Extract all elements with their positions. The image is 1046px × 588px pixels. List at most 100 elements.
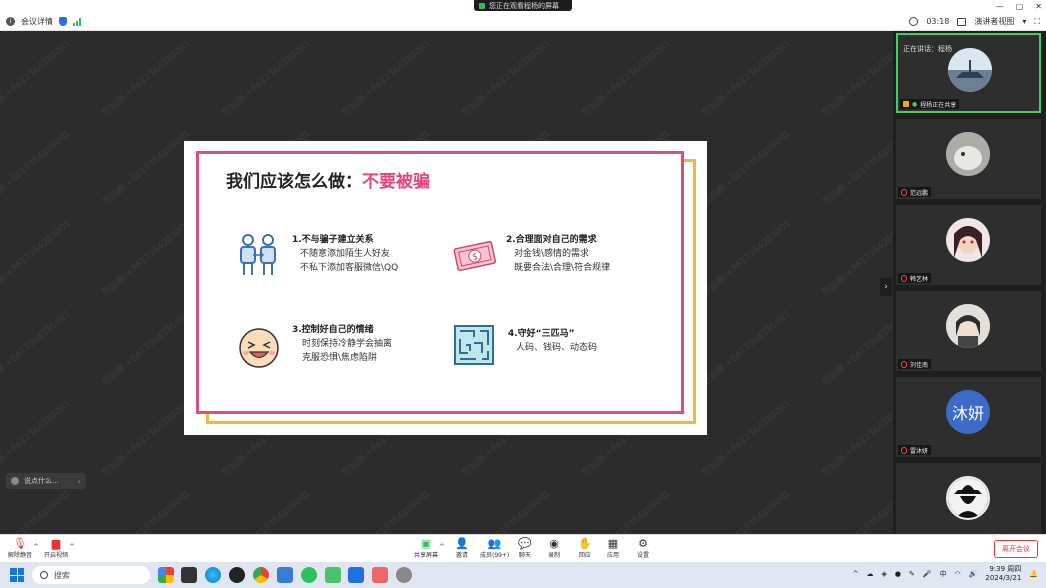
avatar: [946, 132, 990, 176]
chevron-up-icon[interactable]: ^: [69, 543, 75, 551]
notification-bell-icon[interactable]: 🔔: [1029, 570, 1038, 578]
watermark-text: 范远鹏 +8617364285001: [220, 38, 313, 119]
taskbar-clock[interactable]: 9:39 周四 2024/3/21: [985, 565, 1021, 583]
view-icon[interactable]: [957, 17, 967, 26]
mic-icon[interactable]: 🎤: [923, 570, 932, 578]
store-app-icon[interactable]: [277, 567, 293, 583]
point-4-line-1: 人码、钱码、动态码: [516, 343, 598, 353]
view-mode-dropdown[interactable]: 演讲者视图: [974, 16, 1014, 27]
reaction-icon: ✋: [578, 537, 592, 550]
system-tray: ^ ☁ ◈ ● ✎ 🎤 中 ◠ 🔊 9:39 周四 2024/3/21 🔔: [853, 565, 1038, 583]
participant-panel: 正在讲话：程杨 ● 程杨正在共享 范远鹏 韩艺林 刘佳南 沐妍 雷沐妍: [893, 31, 1046, 543]
start-video-button[interactable]: ▆ 开启视频: [44, 537, 68, 559]
tool-app-icon[interactable]: [372, 567, 388, 583]
mic-off-icon: [901, 360, 907, 368]
volume-icon[interactable]: 🔊: [969, 570, 978, 578]
point-1-line-2: 不私下添加客服微信\QQ: [300, 263, 399, 273]
chevron-left-icon[interactable]: ‹: [78, 477, 81, 486]
pen-icon[interactable]: ✎: [909, 570, 915, 578]
chat-input-pill[interactable]: 说点什么... ‹: [6, 473, 86, 489]
info-icon[interactable]: i: [6, 17, 15, 26]
settings-button[interactable]: ⚙ 设置: [637, 537, 649, 559]
wifi-icon[interactable]: ◠: [955, 570, 961, 578]
screen-capture-icon[interactable]: [325, 567, 341, 583]
shield-icon[interactable]: [59, 17, 67, 26]
speaking-label: 正在讲话：程杨: [903, 45, 952, 53]
laughing-face-icon: [239, 328, 279, 368]
windows-start-icon[interactable]: [10, 568, 24, 582]
shield-icon[interactable]: ◈: [881, 570, 886, 578]
participant-tile-active[interactable]: 正在讲话：程杨 ● 程杨正在共享: [896, 33, 1041, 113]
settings-app-icon[interactable]: [396, 567, 412, 583]
mic-off-icon: [901, 188, 907, 196]
host-icon: [903, 101, 909, 107]
chevron-up-icon[interactable]: ^: [33, 543, 39, 551]
browser-app-icon[interactable]: [158, 567, 174, 583]
apps-button[interactable]: ▦ 应用: [607, 537, 619, 559]
money-icon: $: [453, 240, 497, 272]
taskbar-search[interactable]: 搜索: [32, 566, 150, 584]
camera-off-icon: ▆: [51, 537, 61, 550]
collapse-panel-button[interactable]: ›: [880, 278, 892, 296]
meeting-app-icon[interactable]: [348, 567, 364, 583]
gear-icon: ⚙: [638, 537, 648, 550]
window-controls: — ▢ ✕: [996, 0, 1042, 13]
participant-name: 刘佳南: [898, 359, 932, 369]
watermark-text: 范远鹏 +8617364285001: [700, 38, 793, 119]
chat-placeholder: 说点什么...: [24, 477, 59, 485]
minimize-icon[interactable]: —: [996, 2, 1004, 11]
unmute-button[interactable]: 🎙 解除静音: [8, 537, 32, 559]
avatar: [946, 476, 990, 520]
signal-icon[interactable]: [73, 17, 81, 26]
restore-icon[interactable]: ▢: [1016, 2, 1024, 11]
dell-app-icon[interactable]: [229, 567, 245, 583]
ime-indicator[interactable]: 中: [940, 569, 947, 579]
point-3-line-1: 时刻保持冷静学会抽离: [302, 339, 393, 349]
watermark-text: 范远鹏 +8617364285001: [0, 308, 73, 389]
share-screen-button[interactable]: ▣ 共享屏幕: [414, 537, 438, 559]
chrome-icon[interactable]: [253, 567, 269, 583]
participant-tile[interactable]: 刘佳南: [896, 291, 1041, 371]
participant-tile[interactable]: 范远鹏: [896, 119, 1041, 199]
participant-tile[interactable]: [896, 463, 1041, 543]
point-4-heading: 4.守好“三匹马”: [508, 329, 575, 339]
wechat-icon[interactable]: [301, 567, 317, 583]
chevron-up-icon[interactable]: ^: [853, 570, 859, 578]
share-screen-icon: ▣: [420, 537, 432, 550]
avatar: [948, 48, 992, 92]
chat-avatar-icon: [11, 477, 19, 485]
slide-title-main: 我们应该怎么做：: [226, 172, 362, 192]
leave-meeting-button[interactable]: 离开会议: [994, 540, 1038, 558]
fullscreen-icon[interactable]: ⛶: [1034, 17, 1040, 27]
point-3: 3.控制好自己的情绪 时刻保持冷静学会抽离 克服恐惧\焦虑陷阱: [292, 323, 392, 365]
close-icon[interactable]: ✕: [1035, 2, 1042, 11]
edge-browser-icon[interactable]: [205, 567, 221, 583]
share-indicator-icon: [479, 2, 485, 9]
avatar: 沐妍: [946, 390, 990, 434]
point-2: 2.合理面对自己的需求 对金钱\感情的需求 既要合法\合理\符合规律: [506, 233, 610, 275]
watermark-text: 范远鹏 +8617364285001: [100, 38, 193, 119]
participant-tile[interactable]: 沐妍 雷沐妍: [896, 377, 1041, 457]
chevron-down-icon[interactable]: ▾: [1022, 17, 1026, 26]
avatar: [946, 218, 990, 262]
slide-title-highlight: 不要被骗: [362, 172, 430, 192]
chat-button[interactable]: 💬 聊天: [518, 537, 532, 559]
invite-button[interactable]: 👤 邀请: [455, 537, 469, 559]
cloud-icon[interactable]: ☁: [866, 570, 873, 578]
file-explorer-icon[interactable]: [181, 567, 197, 583]
reactions-button[interactable]: ✋ 回应: [578, 537, 592, 559]
chevron-up-icon[interactable]: ^: [439, 543, 445, 551]
mic-on-icon: ●: [912, 100, 918, 108]
point-3-heading: 3.控制好自己的情绪: [292, 325, 374, 335]
meeting-info-link[interactable]: 会议详情: [21, 16, 53, 27]
app-tray-icon[interactable]: ●: [895, 570, 901, 578]
watermark-text: 范远鹏 +8617364285001: [700, 308, 793, 389]
watermark-text: 范远鹏 +8617364285001: [0, 38, 73, 119]
screen-share-banner[interactable]: 您正在观看程杨的屏幕: [474, 0, 572, 11]
apps-grid-icon: ▦: [607, 537, 619, 550]
watermark-text: 范远鹏 +8617364285001: [340, 38, 433, 119]
meeting-infobar: i 会议详情 03:18 演讲者视图 ▾ ⛶: [0, 13, 1046, 31]
participant-tile[interactable]: 韩艺林: [896, 205, 1041, 285]
record-button[interactable]: ◉ 录制: [548, 537, 560, 559]
members-button[interactable]: 👥 成员(99+): [480, 537, 509, 559]
